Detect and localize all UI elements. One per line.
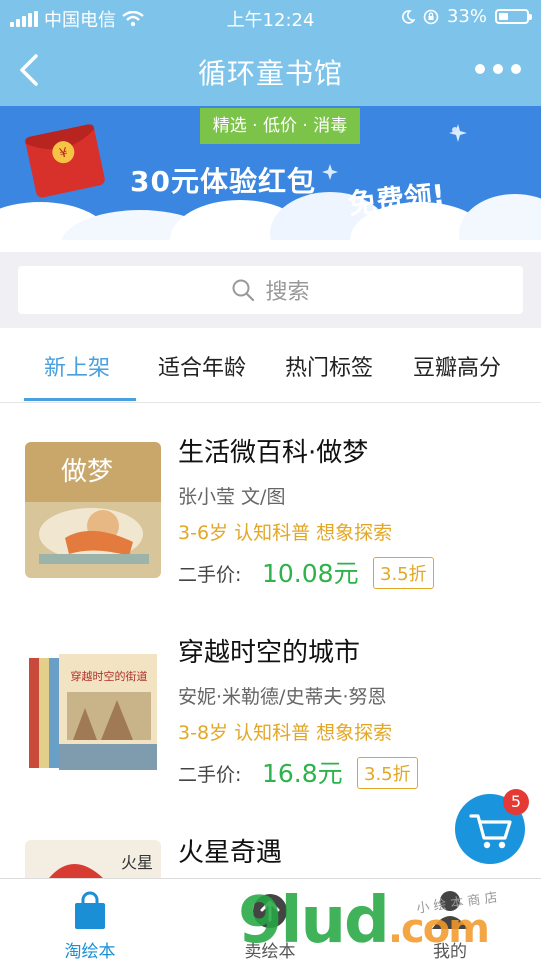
book-title: 生活微百科·做梦 bbox=[178, 438, 369, 468]
search-placeholder: 搜索 bbox=[265, 280, 310, 305]
book-tags: 3-8岁 认知科普 想象探索 bbox=[178, 722, 393, 744]
book-author: 安妮·米勒德/史蒂夫·努恩 bbox=[178, 686, 387, 708]
discount-badge: 3.5折 bbox=[373, 557, 434, 589]
price-label: 二手价: bbox=[178, 764, 242, 786]
rotation-lock-icon bbox=[423, 9, 439, 24]
cart-count-badge: 5 bbox=[503, 789, 529, 815]
tab-browse-books[interactable]: 淘绘本 bbox=[0, 879, 180, 962]
search-area: 搜索 bbox=[0, 252, 541, 328]
status-bar: 中国电信 上午12:24 33% bbox=[0, 0, 541, 34]
book-cover: 穿越时空的街道 bbox=[25, 648, 161, 784]
tab-label: 淘绘本 bbox=[64, 942, 116, 962]
banner-tag: 精选 · 低价 · 消毒 bbox=[200, 108, 360, 144]
list-item[interactable]: 做梦 生活微百科·做梦 张小莹 文/图 3-6岁 认知科普 想象探索 二手价: … bbox=[0, 410, 541, 611]
promo-banner[interactable]: 精选 · 低价 · 消毒 ¥ 30元体验红包 免费领! bbox=[0, 106, 541, 252]
list-item[interactable]: 穿越时空的街道 穿越时空的城市 安妮·米勒德/史蒂夫·努恩 3-8岁 认知科普 … bbox=[0, 610, 541, 811]
tab-suitable-age[interactable]: 适合年龄 bbox=[158, 350, 246, 382]
search-icon bbox=[232, 279, 255, 302]
book-title: 火星奇遇 bbox=[178, 838, 283, 868]
tab-douban-top[interactable]: 豆瓣高分 bbox=[413, 350, 501, 382]
active-tab-indicator bbox=[24, 398, 136, 401]
book-cover: 做梦 bbox=[25, 442, 161, 578]
moon-icon bbox=[402, 9, 415, 24]
page-title: 循环童书馆 bbox=[197, 57, 343, 90]
book-cover: 火星 bbox=[25, 840, 161, 878]
svg-text:火星: 火星 bbox=[121, 853, 153, 872]
search-input[interactable]: 搜索 bbox=[18, 266, 523, 314]
more-options-icon[interactable] bbox=[475, 64, 521, 74]
tab-hot-tags[interactable]: 热门标签 bbox=[285, 350, 373, 382]
book-title: 穿越时空的城市 bbox=[178, 638, 361, 668]
battery-percent: 33% bbox=[446, 6, 487, 27]
svg-text:做梦: 做梦 bbox=[61, 457, 113, 487]
book-author: 张小莹 文/图 bbox=[178, 486, 286, 508]
banner-headline: 30元体验红包 bbox=[130, 165, 316, 198]
battery-icon bbox=[495, 9, 532, 24]
tab-new-arrivals[interactable]: 新上架 bbox=[44, 350, 110, 382]
svg-text:穿越时空的街道: 穿越时空的街道 bbox=[71, 669, 148, 683]
book-price: 16.8元 bbox=[262, 759, 343, 788]
book-price: 10.08元 bbox=[262, 559, 359, 588]
price-label: 二手价: bbox=[178, 564, 242, 586]
discount-badge: 3.5折 bbox=[357, 757, 418, 789]
nav-bar: 循环童书馆 bbox=[0, 34, 541, 106]
category-tabs: 新上架 适合年龄 热门标签 豆瓣高分 bbox=[0, 328, 541, 403]
book-tags: 3-6岁 认知科普 想象探索 bbox=[178, 522, 393, 544]
bag-icon bbox=[75, 891, 105, 929]
